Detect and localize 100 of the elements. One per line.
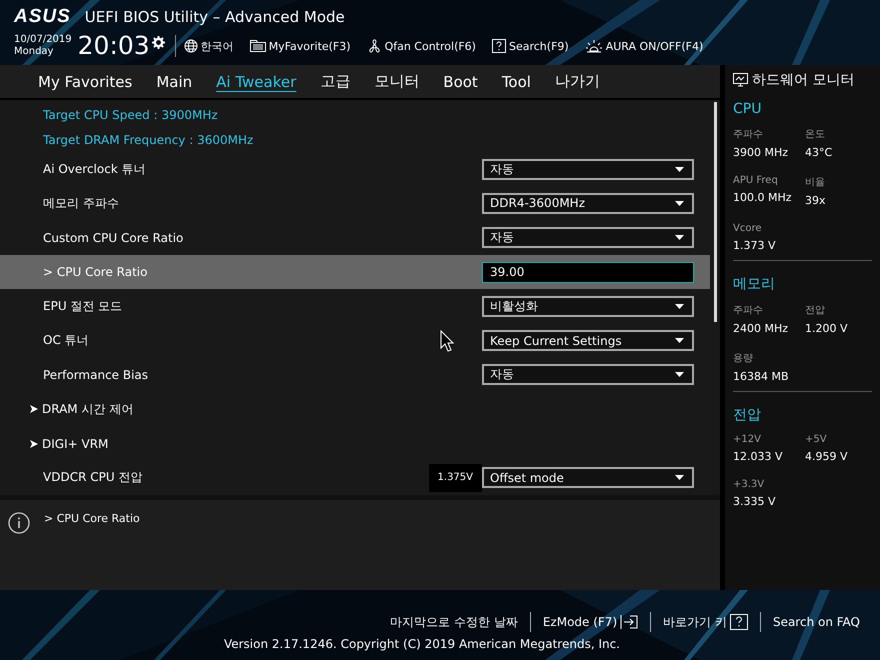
- panel-title: 하드웨어 모니터: [752, 71, 854, 89]
- setting-row[interactable]: DRAM 시간 제어: [0, 392, 710, 426]
- menu-tab[interactable]: 고급: [320, 72, 350, 91]
- metric-label: APU Freq: [733, 175, 779, 186]
- setting-row[interactable]: Ai Overclock 튜너 자동: [0, 152, 710, 186]
- menu-tab[interactable]: My Favorites: [38, 72, 132, 90]
- setting-label: 메모리 주파수: [43, 196, 119, 210]
- footer-link[interactable]: EzMode (F7): [530, 615, 650, 629]
- toolbar-button[interactable]: MyFavorite(F3): [250, 40, 351, 52]
- setting-label: OC 튜너: [43, 333, 89, 348]
- toolbar-button[interactable]: Qfan Control(F6): [366, 38, 476, 54]
- menu-tab[interactable]: Tool: [502, 72, 531, 90]
- menu-tab[interactable]: Ai Tweaker: [216, 72, 296, 90]
- caret-icon: [675, 304, 684, 309]
- caret-icon: [675, 338, 684, 344]
- caret-icon: [675, 166, 684, 172]
- metric-value: 3.335 V: [733, 495, 777, 508]
- caret-icon: [675, 372, 684, 378]
- date-text: 10/07/2019: [14, 34, 72, 46]
- chevron-icon: [30, 440, 38, 448]
- dropdown[interactable]: 비활성화: [482, 296, 694, 317]
- menu-tab[interactable]: 나가기: [554, 72, 600, 91]
- metric-value: 2400 MHz: [733, 322, 790, 335]
- metric-label: +12V: [733, 434, 762, 445]
- metric-value: 4.959 V: [805, 450, 849, 463]
- setting-row[interactable]: DIGI+ VRM: [0, 426, 710, 461]
- day-text: Monday: [14, 46, 54, 58]
- metric-label: +3.3V: [733, 479, 766, 490]
- metric-value: 1.200 V: [805, 322, 849, 335]
- input-field[interactable]: 39.00: [482, 262, 694, 283]
- setting-row[interactable]: EPU 절전 모드 비활성화: [0, 289, 710, 324]
- toolbar-button[interactable]: 한국어: [184, 38, 234, 54]
- globe-icon: [184, 39, 198, 53]
- setting-row[interactable]: Target DRAM Frequency : 3600MHz: [0, 128, 710, 152]
- footer-link[interactable]: 바로가기 키: [651, 614, 760, 630]
- metric-label: Vcore: [733, 223, 763, 234]
- metric-value: 12.033 V: [733, 450, 784, 463]
- info-text: Target CPU Speed : 3900MHz: [43, 108, 218, 122]
- setting-row[interactable]: Target CPU Speed : 3900MHz: [0, 103, 710, 128]
- dropdown[interactable]: 자동: [482, 158, 694, 180]
- fan-icon: [366, 38, 382, 54]
- metric-label: 비율: [805, 176, 826, 189]
- toolbar-button[interactable]: AURA ON/OFF(F4): [584, 39, 704, 53]
- dropdown[interactable]: 자동: [482, 364, 694, 386]
- metric-label: +5V: [805, 434, 828, 445]
- light-icon: [584, 39, 603, 53]
- setting-label: Performance Bias: [43, 368, 148, 382]
- version-text: Version 2.17.1246. Copyright (C) 2019 American Megatrends, Inc.: [224, 637, 620, 651]
- setting-label: > CPU Core Ratio: [43, 265, 148, 280]
- dropdown[interactable]: Keep Current Settings: [482, 330, 694, 352]
- section-title: 메모리: [733, 275, 776, 293]
- settings-icon[interactable]: [152, 36, 165, 49]
- metric-value: 100.0 MHz: [733, 191, 793, 204]
- exit-arrow-icon: [620, 615, 638, 629]
- metric-value: 3900 MHz: [733, 146, 790, 159]
- caret-icon: [675, 475, 684, 480]
- folder-list-icon: [250, 40, 266, 52]
- menu-tab[interactable]: Main: [156, 72, 192, 90]
- selected-row[interactable]: > CPU Core Ratio 39.00: [0, 254, 710, 290]
- setting-row[interactable]: 메모리 주파수 DDR4-3600MHz: [0, 186, 710, 221]
- metric-value: 39x: [805, 194, 827, 207]
- dropdown[interactable]: 자동: [482, 227, 694, 248]
- info-icon: [8, 512, 30, 534]
- metric-label: 온도: [805, 128, 826, 141]
- caret-icon: [675, 200, 684, 206]
- scrollbar[interactable]: [714, 102, 716, 322]
- menu-tab[interactable]: Boot: [443, 72, 478, 90]
- metric-value: 43°C: [805, 146, 834, 159]
- info-text: Target DRAM Frequency : 3600MHz: [43, 132, 254, 147]
- metric-value: 1.373 V: [733, 239, 777, 252]
- brand-logo: ASUS: [14, 6, 71, 28]
- dropdown[interactable]: DDR4-3600MHz: [482, 192, 694, 214]
- monitor-icon: [733, 73, 748, 87]
- submenu-link[interactable]: DRAM 시간 제어: [42, 402, 134, 416]
- dropdown[interactable]: Offset mode: [482, 467, 694, 488]
- section-title: CPU: [733, 101, 762, 117]
- setting-label: Custom CPU Core Ratio: [43, 230, 184, 245]
- setting-row[interactable]: OC 튜너 Keep Current Settings: [0, 323, 710, 358]
- help-icon: [492, 39, 506, 53]
- setting-label: VDDCR CPU 전압: [43, 470, 142, 484]
- clock-time: 20:03: [78, 32, 150, 60]
- setting-label: Ai Overclock 튜너: [43, 162, 146, 176]
- submenu-link[interactable]: DIGI+ VRM: [42, 436, 108, 451]
- window-title: UEFI BIOS Utility – Advanced Mode: [84, 8, 345, 26]
- cursor-icon: [440, 330, 454, 352]
- menu-tab[interactable]: 모니터: [374, 72, 420, 91]
- metric-label: 주파수: [733, 128, 764, 141]
- help-text: > CPU Core Ratio: [44, 512, 140, 527]
- caret-icon: [675, 235, 684, 240]
- setting-row[interactable]: Performance Bias 자동: [0, 358, 710, 392]
- setting-row[interactable]: Custom CPU Core Ratio 자동: [0, 220, 710, 255]
- help-icon: [730, 614, 748, 630]
- footer-link[interactable]: 마지막으로 수정한 날짜: [378, 614, 530, 630]
- setting-row[interactable]: VDDCR CPU 전압 1.375V Offset mode: [0, 460, 710, 495]
- metric-label: 전압: [805, 304, 826, 317]
- footer-link[interactable]: Search on FAQ: [760, 615, 872, 629]
- metric-label: 주파수: [733, 304, 764, 317]
- voltage-reading: 1.375V: [428, 464, 482, 492]
- toolbar-button[interactable]: Search(F9): [492, 39, 569, 53]
- metric-label: 용량: [733, 352, 754, 365]
